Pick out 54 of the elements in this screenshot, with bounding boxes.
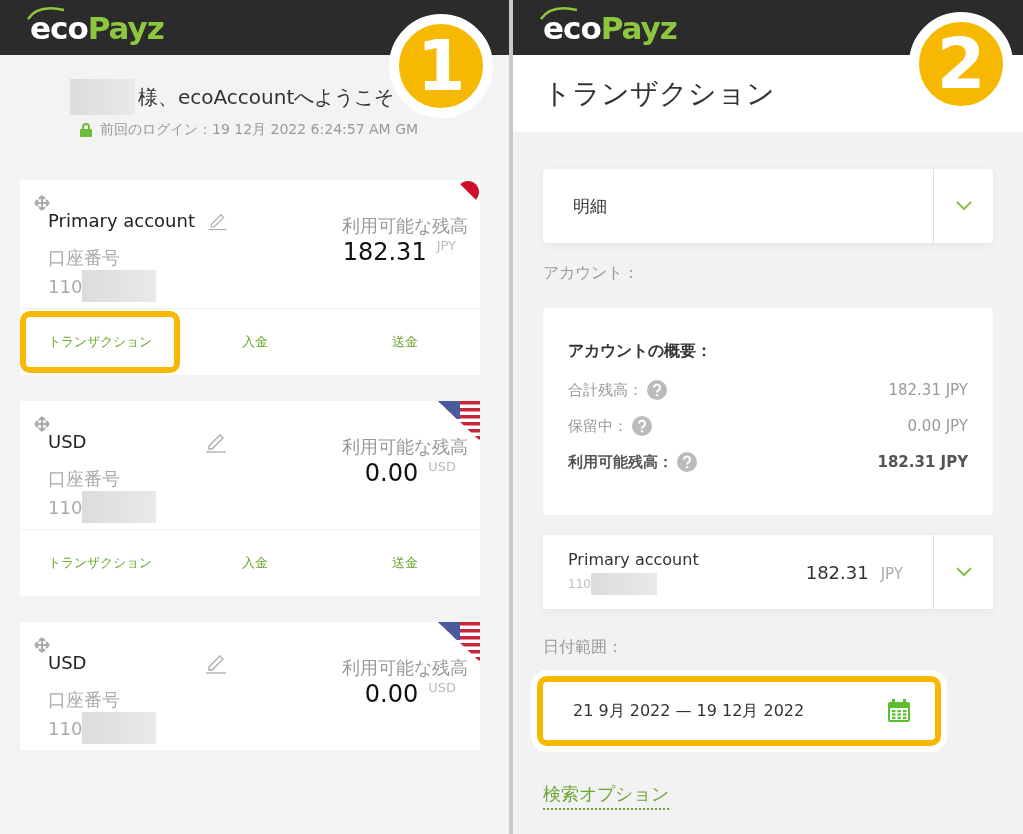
currency-code: JPY [436, 238, 456, 253]
calendar-icon[interactable] [887, 699, 911, 723]
account-name: Primary account [48, 209, 195, 231]
summary-label: 合計残高： [568, 380, 643, 400]
action-link[interactable]: 入金 [214, 532, 296, 594]
chevron-down-icon [955, 567, 972, 577]
summary-value: 182.31 JPY [877, 453, 968, 471]
account-name: USD [48, 651, 87, 673]
ecopayz-logo: ecoPayz [543, 9, 677, 46]
account-name: Primary account [568, 549, 699, 569]
account-number: 110 [48, 275, 83, 297]
account-number: 110 [568, 576, 591, 591]
search-options-link[interactable]: 検索オプション [543, 782, 669, 810]
account-select[interactable]: Primary account 110 182.31 JPY [543, 535, 993, 609]
move-icon[interactable] [34, 637, 50, 653]
help-icon[interactable] [677, 452, 697, 472]
account-number: 110 [48, 717, 83, 739]
currency-code: USD [428, 459, 456, 474]
date-range-label: 日付範囲： [543, 637, 624, 658]
action-link[interactable]: 入金 [214, 311, 296, 373]
balance-amount: 182.31 [342, 238, 427, 266]
action-link[interactable]: トランザクション [20, 532, 180, 594]
move-icon[interactable] [34, 416, 50, 432]
redacted-number [590, 572, 657, 595]
last-login-text: 前回のログイン：19 12月 2022 6:24:57 AM GM [100, 121, 419, 139]
account-number-label: 口座番号 [48, 688, 121, 712]
account-label: アカウント： [543, 263, 640, 284]
type-select[interactable]: 明細 [543, 169, 993, 243]
action-link[interactable]: トランザクション [20, 311, 180, 373]
help-icon[interactable] [647, 380, 667, 400]
account-name: USD [48, 430, 87, 452]
lock-icon [80, 123, 92, 137]
account-number: 110 [48, 496, 83, 518]
balance-label: 利用可能な残高 [342, 214, 468, 238]
summary-heading: アカウントの概要： [568, 341, 713, 362]
balance-amount: 182.31 [805, 561, 869, 583]
summary-label: 保留中： [568, 416, 628, 436]
summary-value: 0.00 JPY [907, 417, 968, 435]
balance-label: 利用可能な残高 [342, 656, 468, 680]
summary-label: 利用可能残高： [568, 452, 673, 472]
balance-amount: 0.00 [364, 459, 419, 487]
balance-label: 利用可能な残高 [342, 435, 468, 459]
balance-amount: 0.00 [364, 680, 419, 708]
account-number-label: 口座番号 [48, 467, 121, 491]
help-icon[interactable] [632, 416, 652, 436]
summary-value: 182.31 JPY [888, 381, 968, 399]
ecopayz-logo: ecoPayz [30, 9, 164, 46]
action-link[interactable]: 送金 [364, 311, 446, 373]
action-link[interactable]: 送金 [364, 532, 446, 594]
account-number-label: 口座番号 [48, 246, 121, 270]
move-icon[interactable] [34, 195, 50, 211]
currency-code: USD [428, 680, 456, 695]
currency-code: JPY [880, 564, 903, 583]
chevron-down-icon [955, 201, 972, 211]
